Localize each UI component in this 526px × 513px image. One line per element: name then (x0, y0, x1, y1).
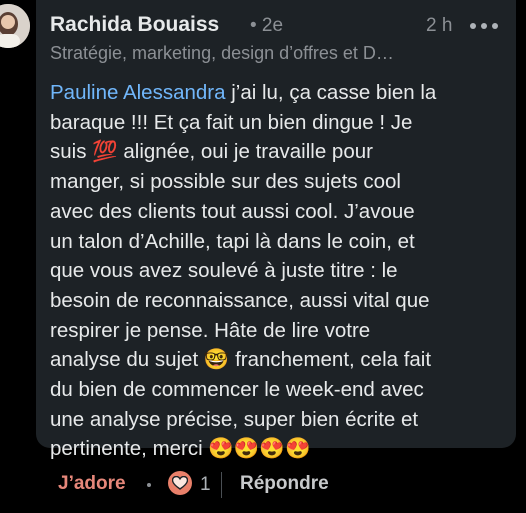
more-options-icon[interactable] (470, 19, 506, 33)
comment-text: Pauline Alessandra j’ai lu, ça casse bie… (50, 78, 512, 464)
action-separator-dot (147, 483, 151, 487)
author-headline: Stratégie, marketing, design d’offres et… (50, 43, 394, 63)
timestamp: 2 h (426, 15, 453, 36)
comment-body: j’ai lu, ça casse bien la baraque !!! Et… (50, 81, 437, 461)
heart-reaction-icon[interactable] (168, 471, 192, 495)
connection-degree: • 2e (250, 15, 284, 36)
avatar[interactable] (0, 4, 30, 48)
avatar-image (0, 4, 30, 48)
author-name[interactable]: Rachida Bouaiss (50, 13, 219, 37)
reaction-button[interactable]: J’adore (58, 473, 126, 495)
reply-button[interactable]: Répondre (240, 473, 329, 495)
vertical-divider (221, 472, 222, 498)
mention-link[interactable]: Pauline Alessandra (50, 81, 226, 104)
comment-actions: J’adore 1 Répondre (0, 466, 526, 502)
comment-card: Rachida Bouaiss • 2e 2 h Stratégie, mark… (36, 0, 516, 460)
reaction-count[interactable]: 1 (200, 474, 211, 496)
